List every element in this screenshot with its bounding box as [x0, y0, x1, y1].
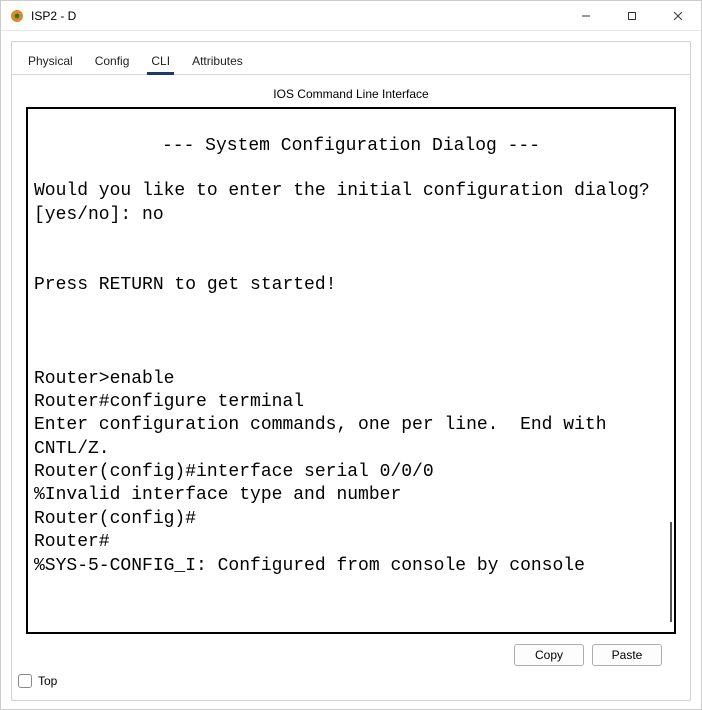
cli-line: Press RETURN to get started!	[34, 275, 336, 295]
tab-attributes[interactable]: Attributes	[190, 50, 245, 74]
cli-terminal[interactable]: --- System Configuration Dialog --- Would…	[26, 107, 676, 634]
tab-physical[interactable]: Physical	[26, 50, 75, 74]
tab-label: Attributes	[192, 54, 243, 68]
button-label: Paste	[612, 648, 643, 662]
scrollbar-indicator[interactable]	[670, 522, 672, 622]
app-icon	[9, 8, 25, 24]
titlebar: ISP2 - D	[1, 1, 701, 31]
tab-config[interactable]: Config	[93, 50, 132, 74]
device-panel: Physical Config CLI Attributes IOS Comma…	[11, 41, 691, 701]
tab-label: Config	[95, 54, 130, 68]
content-area: Physical Config CLI Attributes IOS Comma…	[1, 31, 701, 709]
cli-session: Router>enable Router#configure terminal …	[34, 369, 617, 576]
paste-button[interactable]: Paste	[592, 644, 662, 666]
button-label: Copy	[535, 648, 563, 662]
cli-area: IOS Command Line Interface --- System Co…	[12, 75, 690, 666]
top-checkbox-label: Top	[38, 674, 57, 688]
tab-label: CLI	[151, 54, 170, 68]
window-controls	[563, 1, 701, 30]
minimize-button[interactable]	[563, 1, 609, 30]
copy-button[interactable]: Copy	[514, 644, 584, 666]
window-title: ISP2 - D	[31, 9, 563, 23]
cli-line: Would you like to enter the initial conf…	[34, 181, 661, 224]
footer-row: Top	[12, 666, 690, 690]
top-checkbox[interactable]	[18, 674, 32, 688]
maximize-button[interactable]	[609, 1, 655, 30]
close-button[interactable]	[655, 1, 701, 30]
tab-label: Physical	[28, 54, 73, 68]
cli-banner: --- System Configuration Dialog ---	[34, 135, 668, 158]
tab-cli[interactable]: CLI	[149, 50, 172, 74]
cli-caption: IOS Command Line Interface	[26, 87, 676, 101]
tab-bar: Physical Config CLI Attributes	[12, 46, 690, 75]
cli-button-row: Copy Paste	[26, 634, 676, 666]
app-window: ISP2 - D Physical Config CLI Attributes …	[0, 0, 702, 710]
